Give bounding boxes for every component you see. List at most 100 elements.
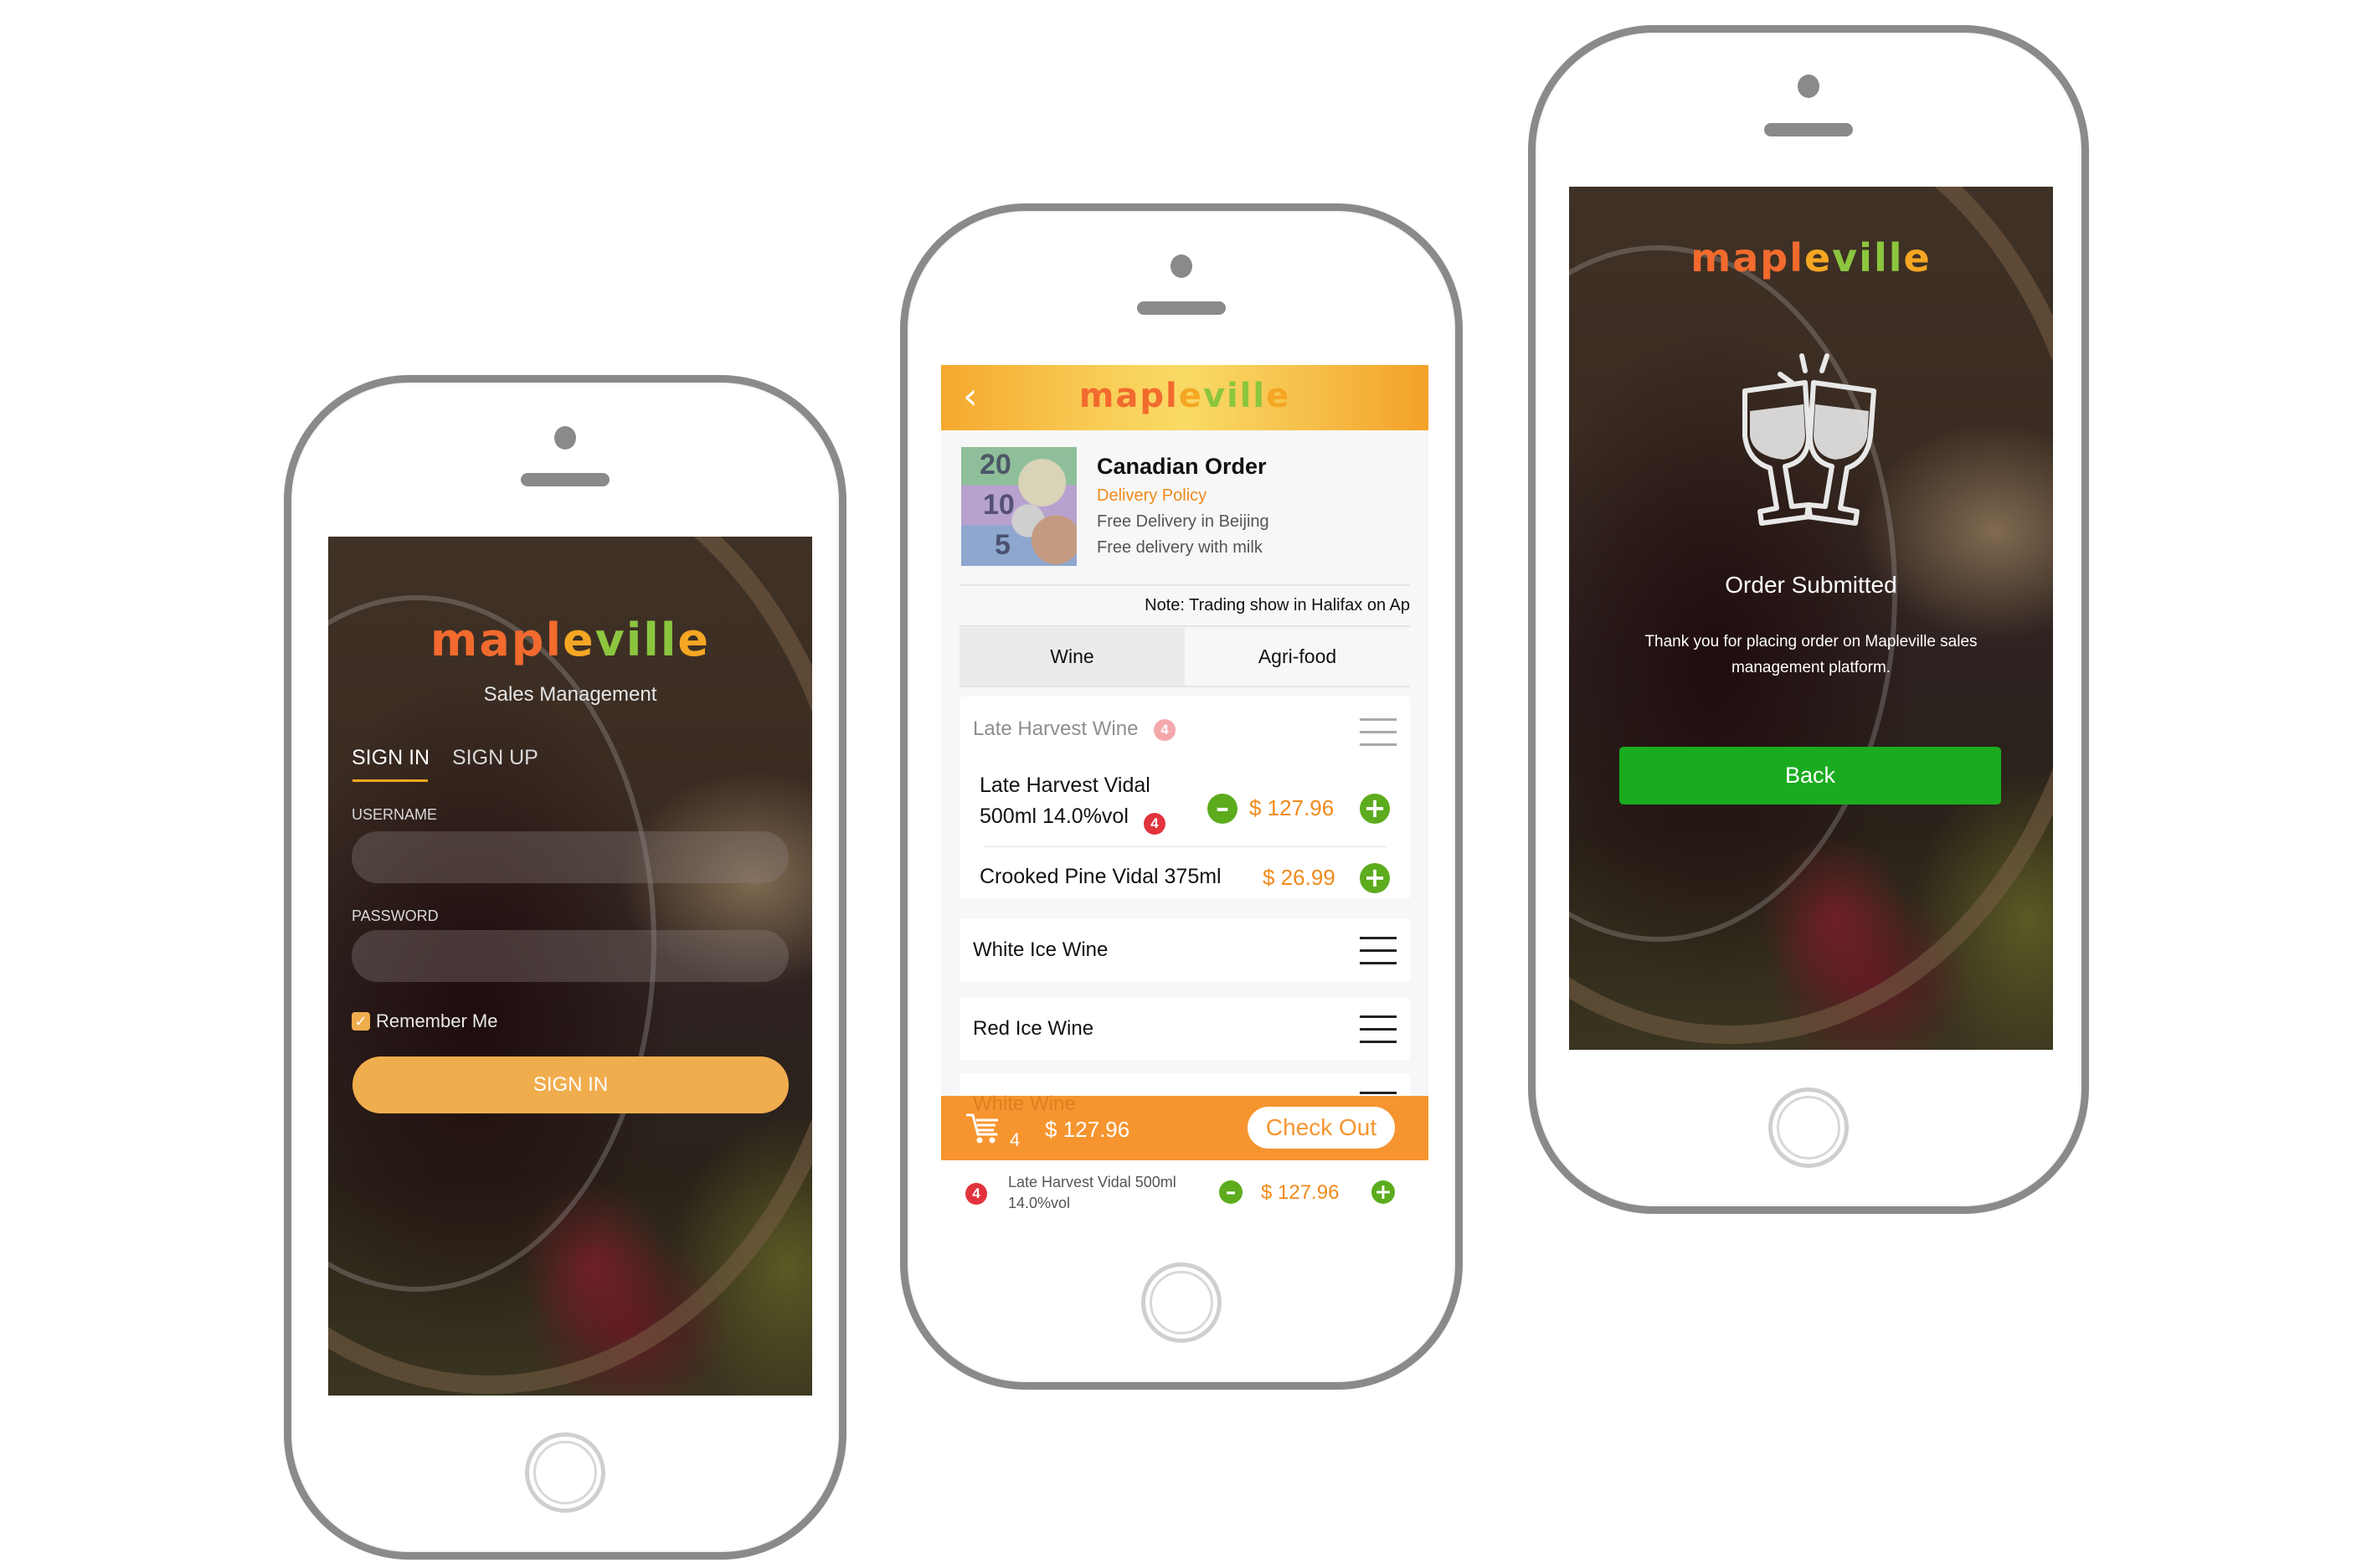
tab-sign-in[interactable]: SIGN IN — [352, 746, 430, 770]
cart-item-name-line: Late Harvest Vidal 500ml — [1008, 1174, 1176, 1190]
confirmation-screen: mapleville Order Submitted Thank you for… — [1569, 187, 2053, 1050]
increment-button[interactable]: + — [1371, 1180, 1395, 1204]
logo-letter: a — [1115, 377, 1140, 415]
remember-me-checkbox[interactable]: ✓ — [352, 1012, 370, 1031]
item-name-line: 500ml 14.0%vol — [980, 805, 1129, 828]
divider — [960, 686, 1410, 687]
tab-sign-up[interactable]: SIGN UP — [452, 746, 538, 770]
logo-letter: a — [479, 614, 512, 666]
logo-letter: l — [1239, 377, 1253, 415]
item-name-line: Late Harvest Vidal — [980, 774, 1150, 797]
shopping-cart-icon[interactable] — [966, 1113, 1001, 1144]
thank-you-message: Thank you for placing order on Maplevill… — [1644, 633, 1978, 676]
password-label: PASSWORD — [352, 907, 439, 924]
logo-letter: m — [1078, 377, 1116, 415]
category-title: White Ice Wine — [973, 938, 1109, 961]
active-tab-indicator — [352, 779, 428, 782]
category-card-red-ice-wine[interactable]: Red Ice Wine — [960, 997, 1410, 1060]
divider — [983, 846, 1387, 847]
front-camera — [1171, 254, 1192, 278]
divider — [960, 625, 1410, 627]
store-title: Canadian Order — [1097, 454, 1267, 479]
logo-letter: l — [1888, 235, 1904, 280]
logo-letter: l — [545, 614, 563, 666]
app-header: ‹ mapleville — [941, 365, 1428, 430]
menu-icon[interactable] — [1360, 937, 1397, 974]
increment-button[interactable]: + — [1360, 863, 1390, 893]
wine-glasses-cheers-icon — [1742, 353, 1876, 526]
note-ticker: Note: Trading show in Halifax on Ap — [1145, 596, 1410, 614]
category-title: Red Ice Wine — [973, 1017, 1094, 1040]
username-label: USERNAME — [352, 806, 438, 823]
logo-letter: e — [1803, 235, 1833, 280]
menu-icon[interactable] — [1360, 1015, 1397, 1053]
item-qty-badge: 4 — [965, 1183, 987, 1205]
logo-letter: p — [1140, 377, 1166, 415]
cart-item-name-line: 14.0%vol — [1008, 1195, 1071, 1211]
logo-letter: p — [1760, 235, 1790, 280]
logo-letter: e — [1903, 235, 1932, 280]
password-input[interactable] — [352, 930, 789, 982]
logo-letter: i — [625, 614, 644, 666]
decrement-button[interactable]: – — [1207, 794, 1237, 824]
category-card-white-ice-wine[interactable]: White Ice Wine — [960, 918, 1410, 982]
menu-icon[interactable] — [1360, 718, 1397, 756]
logo-letter: p — [511, 614, 546, 666]
home-button[interactable] — [525, 1432, 605, 1513]
mapleville-logo: mapleville — [941, 377, 1428, 415]
divider — [960, 584, 1410, 586]
app-subtitle: Sales Management — [483, 683, 657, 706]
logo-letter: v — [1832, 235, 1860, 280]
cart-bar: White Wine 4 $ 127.96 Check Out — [941, 1092, 1428, 1160]
logo-letter: i — [1226, 377, 1240, 415]
cart-count: 4 — [1010, 1129, 1021, 1150]
logo-letter: e — [562, 614, 595, 666]
category-count-badge: 4 — [1154, 719, 1176, 741]
item-name: Crooked Pine Vidal 375ml — [980, 865, 1222, 888]
back-button[interactable]: Back — [1619, 747, 2001, 805]
logo-letter: e — [1266, 377, 1291, 415]
store-image: 20 10 5 — [961, 447, 1077, 566]
increment-button[interactable]: + — [1360, 794, 1390, 824]
decrement-button[interactable]: – — [1219, 1180, 1243, 1204]
mapleville-logo: mapleville — [1569, 235, 2053, 280]
logo-letter: m — [1690, 235, 1733, 280]
tab-wine[interactable]: Wine — [960, 628, 1185, 686]
home-button[interactable] — [1768, 1087, 1849, 1168]
home-button[interactable] — [1141, 1262, 1222, 1343]
sign-in-button[interactable]: SIGN IN — [352, 1056, 789, 1113]
order-screen: ‹ mapleville 20 10 5 Canadian Order Deli… — [941, 365, 1428, 1226]
logo-letter: l — [1789, 235, 1804, 280]
logo-letter: a — [1732, 235, 1761, 280]
cart-item-name: Late Harvest Vidal 500ml 14.0%vol — [1008, 1172, 1176, 1214]
banknote-5: 5 — [995, 529, 1011, 561]
cart-total: $ 127.96 — [1045, 1117, 1130, 1142]
category-card-late-harvest: Late Harvest Wine 4 Late Harvest Vidal 5… — [960, 697, 1410, 899]
logo-letter: l — [660, 614, 678, 666]
mapleville-logo: mapleville — [328, 614, 812, 666]
logo-letter: e — [677, 614, 710, 666]
logo-letter: l — [643, 614, 661, 666]
logo-letter: e — [1178, 377, 1203, 415]
policy-line: Free delivery with milk — [1097, 538, 1263, 557]
logo-letter: v — [1202, 377, 1227, 415]
item-name: Late Harvest Vidal 500ml 14.0%vol — [980, 770, 1150, 832]
front-camera — [554, 426, 576, 450]
logo-letter: l — [1253, 377, 1267, 415]
banknote-10: 10 — [983, 489, 1015, 521]
banknote-20: 20 — [980, 449, 1011, 481]
logo-letter: l — [1873, 235, 1889, 280]
logo-letter: m — [430, 614, 480, 666]
tab-agri-food[interactable]: Agri-food — [1185, 628, 1410, 686]
category-title[interactable]: Late Harvest Wine — [973, 717, 1138, 741]
login-screen: mapleville Sales Management SIGN IN SIGN… — [328, 537, 812, 1396]
earpiece-speaker — [1764, 123, 1853, 136]
check-out-button[interactable]: Check Out — [1248, 1107, 1395, 1149]
cart-item-price: $ 127.96 — [1261, 1181, 1340, 1204]
delivery-policy-link[interactable]: Delivery Policy — [1097, 486, 1207, 506]
username-input[interactable] — [352, 831, 789, 883]
logo-letter: l — [1165, 377, 1179, 415]
item-price: $ 127.96 — [1249, 795, 1335, 820]
earpiece-speaker — [1137, 301, 1226, 315]
front-camera — [1798, 75, 1819, 98]
